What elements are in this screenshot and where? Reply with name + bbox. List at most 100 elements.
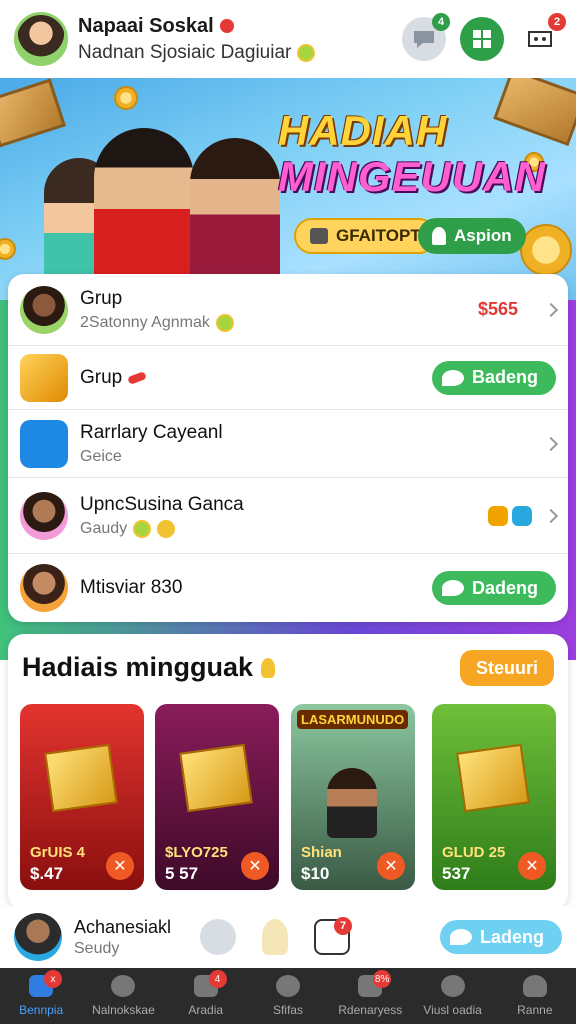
chat-icon[interactable] bbox=[200, 919, 236, 955]
nav-item-calendar[interactable]: 8% Rdenaryess bbox=[329, 968, 411, 1024]
nav-badge: 8% bbox=[373, 970, 392, 988]
list-item[interactable]: UpncSusina Ganca Gaudy bbox=[8, 478, 568, 554]
reward-label: Shian bbox=[301, 844, 342, 861]
bulb-icon bbox=[261, 657, 276, 678]
bot-icon[interactable]: 7 bbox=[314, 917, 352, 955]
bot-badge: 7 bbox=[334, 917, 352, 935]
book-icon bbox=[20, 419, 68, 468]
reward-label: GLUD 25 bbox=[442, 844, 506, 861]
see-all-button[interactable]: Steuuri bbox=[459, 650, 554, 686]
idea-icon[interactable] bbox=[262, 919, 288, 955]
notification-row[interactable]: Achanesiakl Seudy 7 Ladeng bbox=[0, 906, 576, 968]
chevron-right-icon bbox=[543, 436, 559, 451]
nav-label: Sfifas bbox=[272, 1003, 303, 1017]
list-item-subtitle: Gaudy bbox=[80, 519, 128, 537]
treasure-chest-image bbox=[456, 743, 530, 813]
price-label: $565 bbox=[477, 299, 518, 319]
avatar bbox=[20, 564, 68, 612]
close-icon[interactable]: ✕ bbox=[518, 852, 546, 880]
weekly-rewards-card: Hadiais mingguak Steuuri GrUIS 4 $.47 ✕ … bbox=[8, 634, 568, 910]
nav-item-profile[interactable]: Ranne bbox=[494, 968, 576, 1024]
reward-tile[interactable]: LASARMUNUDO Shian $10 ✕ bbox=[291, 704, 415, 890]
bell-badge: 2 bbox=[548, 13, 566, 31]
avatar bbox=[14, 913, 62, 961]
list-item[interactable]: Mtisviar 830 Dadeng bbox=[8, 554, 568, 622]
nav-item-settings[interactable]: Nalnokskae bbox=[82, 968, 164, 1024]
close-icon[interactable]: ✕ bbox=[106, 852, 134, 880]
nav-item-search[interactable]: Sfifas bbox=[247, 968, 329, 1024]
reward-label: $LYO725 bbox=[165, 844, 228, 861]
nav-item-edit[interactable]: 4 Aradia bbox=[165, 968, 247, 1024]
status-icon bbox=[215, 313, 234, 332]
bottom-nav: x Bennpia Nalnokskae 4 Aradia Sfifas 8% … bbox=[0, 968, 576, 1024]
coin-icon bbox=[488, 505, 508, 526]
verified-icon bbox=[219, 19, 234, 33]
notifications-button[interactable]: 2 bbox=[518, 13, 566, 61]
nav-label: Aradia bbox=[188, 1003, 224, 1017]
dadeng-button[interactable]: Dadeng bbox=[431, 571, 556, 605]
nav-item-explore[interactable]: Viusl oadia bbox=[411, 968, 493, 1024]
treasure-icon bbox=[20, 353, 68, 402]
list-item-title: Rarrlary Cayeanl bbox=[80, 421, 223, 443]
user-subtitle: Nadnan Sjosiaic Dagiuiar bbox=[78, 41, 292, 63]
reward-value: $10 bbox=[301, 864, 330, 883]
info-icon bbox=[512, 505, 532, 526]
list-item[interactable]: Rarrlary Cayeanl Geice bbox=[8, 410, 568, 478]
list-item-title: UpncSusina Ganca bbox=[80, 493, 244, 515]
bolt-icon bbox=[157, 519, 176, 538]
banner-gold-button[interactable]: GFAITOPT bbox=[294, 218, 437, 254]
reward-tile[interactable]: $LYO725 5 57 ✕ bbox=[155, 704, 279, 890]
chat-badge: 4 bbox=[432, 13, 450, 31]
chat-button[interactable]: 4 bbox=[402, 13, 450, 61]
nav-label: Ranne bbox=[517, 1003, 553, 1017]
reward-banner: LASARMUNUDO bbox=[297, 710, 409, 729]
close-icon[interactable]: ✕ bbox=[377, 852, 405, 880]
chevron-right-icon bbox=[543, 508, 559, 523]
list-item-subtitle: 2Satonny Agnmak bbox=[80, 313, 210, 331]
list-item-title: Grup bbox=[80, 366, 123, 388]
banner-title: HADIAH MINGEUUAN bbox=[278, 107, 546, 201]
chevron-right-icon bbox=[543, 302, 559, 317]
magnifier-icon bbox=[440, 975, 465, 997]
list-item-subtitle: Geice bbox=[80, 447, 122, 465]
search-icon bbox=[275, 975, 300, 997]
reward-tile[interactable]: GrUIS 4 $.47 ✕ bbox=[20, 704, 144, 890]
bell-icon bbox=[528, 31, 552, 47]
chat-icon bbox=[414, 31, 434, 48]
list-item[interactable]: Grup 2Satonny Agnmak $565 bbox=[8, 274, 568, 346]
grid-icon bbox=[473, 30, 491, 48]
reward-value: 537 bbox=[442, 864, 471, 883]
gift-box-image bbox=[179, 743, 253, 813]
user-name: Napaai Soskal bbox=[78, 14, 214, 37]
apps-button[interactable] bbox=[460, 17, 504, 61]
activity-list: Grup 2Satonny Agnmak $565 Grup Badeng Ra… bbox=[8, 274, 568, 622]
leaf-icon bbox=[441, 369, 464, 386]
close-icon[interactable]: ✕ bbox=[241, 852, 269, 880]
app-header: Napaai Soskal Nadnan Sjosiaic Dagiuiar 4… bbox=[0, 0, 576, 78]
nav-label: Viusl oadia bbox=[423, 1003, 482, 1017]
nav-item-home[interactable]: x Bennpia bbox=[0, 968, 82, 1024]
notification-subtitle: Seudy bbox=[74, 939, 120, 957]
banner-green-button[interactable]: Aspion bbox=[418, 218, 526, 254]
badeng-button[interactable]: Badeng bbox=[431, 360, 556, 395]
nav-label: Nalnokskae bbox=[92, 1003, 155, 1017]
ladeng-button[interactable]: Ladeng bbox=[439, 920, 562, 954]
nav-label: Bennpia bbox=[19, 1003, 64, 1017]
avatar[interactable] bbox=[14, 12, 68, 66]
ticket-icon bbox=[310, 228, 328, 244]
key-icon bbox=[432, 227, 446, 245]
list-item-title: Mtisviar 830 bbox=[80, 577, 183, 598]
status-icon bbox=[297, 43, 316, 62]
nav-badge: 4 bbox=[208, 970, 227, 988]
avatar bbox=[20, 285, 68, 334]
leaf-icon bbox=[449, 929, 472, 945]
section-title: Hadiais mingguak bbox=[22, 652, 254, 682]
reward-tile[interactable]: GLUD 25 537 ✕ bbox=[432, 704, 556, 890]
nav-badge: x bbox=[44, 970, 62, 988]
avatar bbox=[20, 491, 68, 540]
list-item[interactable]: Grup Badeng bbox=[8, 346, 568, 410]
tag-icon bbox=[127, 370, 148, 385]
coin-decoration bbox=[520, 224, 572, 276]
reward-value: 5 57 bbox=[165, 864, 199, 883]
reward-label: GrUIS 4 bbox=[30, 844, 86, 861]
